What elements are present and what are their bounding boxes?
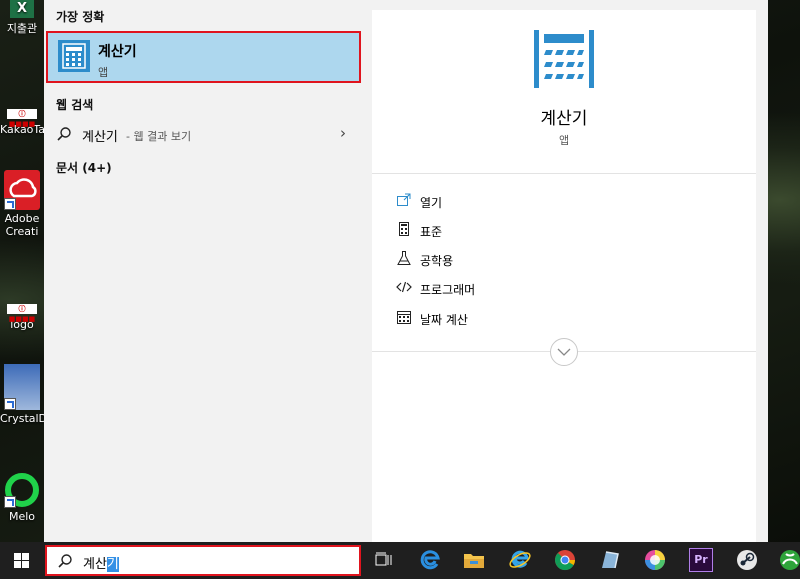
calculator-icon <box>58 40 90 72</box>
excel-icon: X <box>10 0 34 18</box>
open-icon <box>396 192 412 208</box>
best-match-subtitle: 앱 <box>98 66 109 79</box>
shortcut-arrow-icon <box>4 496 16 508</box>
search-results-panel: 가장 정확 계산기 앱 웹 검색 계산기 - 웹 결과 보기 › 문서 (4+)… <box>44 0 768 542</box>
melon-icon <box>4 472 40 508</box>
shortcut-arrow-icon <box>4 198 16 210</box>
action-label: 열기 <box>420 196 443 210</box>
best-match-title: 계산기 <box>98 44 137 60</box>
desktop-icon-logo[interactable]: ⓘ ■■■■ logo <box>0 293 44 331</box>
calculator-icon <box>396 221 412 237</box>
task-view-icon[interactable] <box>372 548 396 572</box>
action-label: 공학용 <box>420 254 454 268</box>
logo-icon: ⓘ ■■■■ <box>7 304 37 323</box>
search-icon <box>57 553 73 572</box>
desktop-icon-kakaotalk[interactable]: ⓘ ■■■■ KakaoTa <box>0 98 45 136</box>
chrome-icon[interactable] <box>553 548 577 572</box>
divider <box>372 173 756 174</box>
web-search-header: 웹 검색 <box>56 98 94 112</box>
desktop-icon-crystaldisk[interactable]: CrystalD <box>0 364 48 425</box>
steam-icon[interactable] <box>735 548 759 572</box>
flask-icon <box>396 250 412 266</box>
shortcut-arrow-icon <box>4 398 16 410</box>
action-scientific[interactable]: 공학용 <box>396 248 696 272</box>
search-selected-text: 기 <box>106 557 119 572</box>
xbox-icon[interactable] <box>778 548 800 572</box>
crystaldisk-icon <box>4 364 40 410</box>
desktop-icon-adobe-creative-cloud[interactable]: Adobe Creati <box>0 170 44 238</box>
results-list: 가장 정확 계산기 앱 웹 검색 계산기 - 웹 결과 보기 › 문서 (4+) <box>44 0 364 542</box>
start-button[interactable] <box>0 542 44 579</box>
action-standard[interactable]: 표준 <box>396 219 696 243</box>
app-icon[interactable] <box>598 548 622 572</box>
search-input[interactable]: 계산기 <box>83 553 119 572</box>
premiere-icon[interactable]: Pr <box>689 548 713 572</box>
desktop-icon-label: CrystalD <box>0 412 48 425</box>
calendar-icon <box>396 309 412 325</box>
ie-icon[interactable] <box>508 548 532 572</box>
windows-logo-icon <box>14 553 29 568</box>
taskbar-search-box[interactable]: 계산기 <box>45 545 361 576</box>
action-programmer[interactable]: 프로그래머 <box>396 277 696 301</box>
search-icon <box>56 126 72 145</box>
web-search-query: 계산기 <box>82 130 118 145</box>
web-search-result[interactable]: 계산기 - 웹 결과 보기 › <box>44 120 362 148</box>
file-explorer-icon[interactable] <box>462 548 486 572</box>
desktop-icon-label: 지출관 <box>6 22 38 35</box>
color-wheel-icon[interactable] <box>643 548 667 572</box>
calculator-large-icon <box>534 30 594 88</box>
desktop-icon-label: Adobe Creati <box>4 212 40 238</box>
edge-icon[interactable] <box>418 548 442 572</box>
taskbar: 계산기 Pr <box>0 542 800 579</box>
desktop-icon-label: Melo <box>8 510 36 523</box>
app-type: 앱 <box>558 134 570 147</box>
best-match-header: 가장 정확 <box>56 10 105 24</box>
action-label: 프로그래머 <box>420 283 476 297</box>
chevron-down-icon <box>557 348 571 356</box>
search-typed-text: 계산 <box>83 557 107 572</box>
app-detail-pane: 계산기 앱 열기 표준 공학용 프로그래머 날짜 계산 <box>372 10 756 542</box>
desktop-icon-excel[interactable]: X 지출관 <box>0 0 44 36</box>
best-match-result[interactable]: 계산기 앱 <box>46 31 361 83</box>
action-open[interactable]: 열기 <box>396 190 696 214</box>
desktop-icon-melon[interactable]: Melo <box>0 472 44 523</box>
chevron-right-icon[interactable]: › <box>340 124 346 142</box>
action-label: 날짜 계산 <box>420 313 468 327</box>
documents-header[interactable]: 문서 (4+) <box>56 159 112 176</box>
action-date-calculation[interactable]: 날짜 계산 <box>396 307 696 331</box>
web-search-suffix: - 웹 결과 보기 <box>126 130 192 143</box>
adobe-cc-icon <box>4 170 40 210</box>
code-icon <box>396 279 412 295</box>
action-label: 표준 <box>420 225 443 239</box>
app-title: 계산기 <box>540 109 588 129</box>
expand-button[interactable] <box>550 338 578 366</box>
kakao-icon: ⓘ ■■■■ <box>7 109 37 128</box>
